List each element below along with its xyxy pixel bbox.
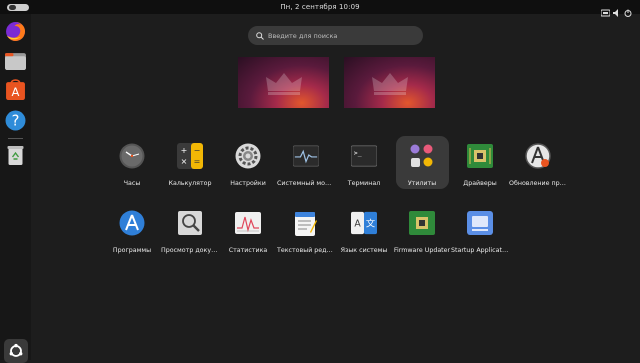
power-statistics-icon [235, 212, 261, 234]
settings-icon [235, 143, 261, 169]
app-power-statistics[interactable]: Статистика [218, 203, 278, 263]
app-label: Часы [123, 180, 141, 187]
crown-wallpaper-icon [372, 73, 408, 95]
clock[interactable]: Пн, 2 сентября 10:09 [280, 3, 359, 11]
app-label: Просмотр документов [161, 247, 219, 254]
files-icon [5, 53, 26, 70]
system-tray[interactable] [600, 2, 632, 21]
workspace-thumbnail-1[interactable] [238, 57, 329, 108]
app-label: Программы [112, 247, 152, 254]
app-center-icon: A [6, 79, 25, 100]
drivers-icon [467, 144, 493, 168]
search-icon [256, 31, 264, 40]
svg-text:文: 文 [366, 218, 375, 230]
calculator-icon: + × − = [177, 143, 203, 169]
firmware-updater-icon [409, 211, 435, 235]
app-label: Системный монитор [277, 180, 335, 187]
dock-separator [8, 138, 23, 139]
app-label: Startup Applications [451, 247, 509, 254]
app-label: Язык системы [340, 247, 388, 254]
firefox-icon [6, 22, 26, 41]
app-label: Настройки [230, 180, 266, 187]
svg-text:+: + [181, 146, 188, 155]
crown-wallpaper-icon [266, 73, 302, 95]
search-bar[interactable] [248, 26, 423, 45]
app-label: Обновление приложений [509, 180, 567, 187]
software-updater-icon [525, 143, 551, 169]
app-drivers[interactable]: Драйверы [450, 136, 510, 196]
power-icon [624, 2, 632, 21]
language-support-icon: A 文 [351, 211, 377, 235]
app-text-editor[interactable]: Текстовый редактор [276, 203, 336, 263]
app-folder-utilities[interactable]: Утилиты [392, 136, 452, 196]
app-label: Драйверы [463, 180, 497, 187]
dock-item-help[interactable]: ? [4, 109, 27, 132]
volume-icon [613, 2, 621, 21]
svg-text:>_: >_ [354, 149, 362, 157]
app-document-viewer[interactable]: Просмотр документов [160, 203, 220, 263]
app-system-monitor[interactable]: Системный монитор [276, 136, 336, 196]
app-label: Firmware Updater [393, 247, 451, 254]
text-editor-icon [295, 212, 317, 236]
app-label: Статистика [228, 247, 268, 254]
top-bar: Пн, 2 сентября 10:09 [0, 0, 640, 17]
app-calculator[interactable]: + × − = Калькулятор [160, 136, 220, 196]
svg-text:A: A [12, 85, 20, 99]
network-icon [600, 2, 611, 21]
search-input[interactable] [268, 31, 408, 40]
svg-text:−: − [194, 146, 201, 155]
ubuntu-show-apps-icon [9, 343, 23, 357]
dock-item-files[interactable] [4, 49, 27, 72]
dock-item-app-center[interactable]: A [4, 78, 27, 101]
app-software-updater[interactable]: Обновление приложений [508, 136, 568, 196]
help-icon: ? [5, 110, 26, 131]
app-label: Терминал [347, 180, 381, 187]
app-software-properties[interactable]: Программы [102, 203, 162, 263]
svg-text:A: A [354, 219, 361, 230]
folder-utilities-icon [410, 144, 433, 167]
app-label: Текстовый редактор [277, 247, 335, 254]
app-clocks[interactable]: Часы [102, 136, 162, 196]
document-viewer-icon [178, 211, 202, 235]
app-label: Калькулятор [168, 180, 212, 187]
svg-text:×: × [181, 157, 188, 166]
app-firmware-updater[interactable]: Firmware Updater [392, 203, 452, 263]
system-monitor-icon [293, 145, 319, 167]
app-language-support[interactable]: A 文 Язык системы [334, 203, 394, 263]
app-label: Утилиты [407, 180, 437, 187]
activities-indicator[interactable] [7, 4, 29, 11]
app-settings[interactable]: Настройки [218, 136, 278, 196]
terminal-icon: >_ [351, 145, 377, 167]
app-startup-applications[interactable]: Startup Applications [450, 203, 510, 263]
dock-item-firefox[interactable] [4, 20, 27, 43]
svg-text:=: = [194, 157, 201, 166]
workspace-thumbnail-2[interactable] [344, 57, 435, 108]
startup-applications-icon [467, 211, 493, 235]
app-terminal[interactable]: >_ Терминал [334, 136, 394, 196]
dock-item-trash[interactable] [4, 143, 27, 166]
show-apps-button[interactable] [4, 339, 28, 363]
clock-icon [119, 143, 145, 169]
trash-icon [7, 145, 24, 165]
dock: A ? [0, 14, 31, 363]
software-properties-icon [119, 210, 145, 236]
svg-text:?: ? [12, 113, 20, 130]
